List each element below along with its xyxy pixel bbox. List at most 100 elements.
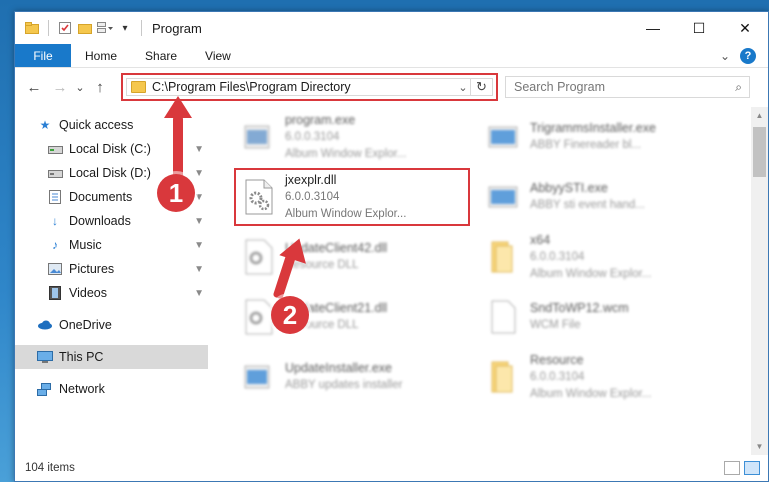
minimize-button[interactable]: — xyxy=(630,12,676,44)
file-detail: ABBY sti event hand... xyxy=(530,199,645,211)
title-bar: ▾ Program — ☐ ✕ xyxy=(15,12,768,44)
tiles-view-button[interactable] xyxy=(744,461,760,475)
separator xyxy=(141,20,142,36)
scroll-down-icon[interactable]: ▼ xyxy=(751,438,768,455)
file-item[interactable]: UpdateInstaller.exe ABBY updates installe… xyxy=(233,349,483,405)
customize-icon[interactable] xyxy=(97,20,113,36)
pin-icon[interactable]: ▼ xyxy=(194,168,204,179)
file-list: program.exe 6.0.0.3104 Album Window Explor… xyxy=(208,107,768,455)
pin-icon[interactable]: ▼ xyxy=(194,288,204,299)
sidebar-item-pictures[interactable]: Pictures ▼ xyxy=(15,257,208,281)
file-name: x64 xyxy=(530,232,551,247)
downloads-icon: ↓ xyxy=(52,214,58,228)
app-icon xyxy=(484,178,522,216)
main-content: ★ Quick access Local Disk (C:) ▼ Local D… xyxy=(15,107,768,455)
sidebar-item-label: Downloads xyxy=(69,214,131,228)
pin-icon[interactable]: ▼ xyxy=(194,240,204,251)
back-button[interactable]: ← xyxy=(21,79,47,96)
pin-icon[interactable]: ▼ xyxy=(194,216,204,227)
search-icon: ⌕ xyxy=(735,79,742,94)
search-input[interactable]: Search Program xyxy=(514,80,605,94)
file-name: TrigrammsInstaller.exe xyxy=(530,121,656,135)
file-item[interactable]: Resource 6.0.0.3104 Album Window Explor... xyxy=(478,349,728,405)
expand-ribbon-icon[interactable]: ⌄ xyxy=(720,49,730,63)
search-box[interactable]: Search Program ⌕ xyxy=(505,76,750,98)
app-icon xyxy=(239,118,277,156)
sidebar-item-downloads[interactable]: ↓ Downloads ▼ xyxy=(15,209,208,233)
sidebar-item-label: Quick access xyxy=(59,118,134,132)
ribbon-tabs: File Home Share View ⌄ ? xyxy=(15,44,768,68)
tab-view[interactable]: View xyxy=(191,44,245,67)
address-bar[interactable]: C:\Program Files\Program Directory ⌄ ↻ xyxy=(126,78,493,96)
navigation-bar: ← → ⌄ ↑ C:\Program Files\Program Directo… xyxy=(15,68,768,106)
scrollbar-thumb[interactable] xyxy=(753,127,766,177)
details-view-button[interactable] xyxy=(724,461,740,475)
folder-icon xyxy=(484,358,522,396)
file-detail: Album Window Explor... xyxy=(530,267,652,280)
file-highlight-box xyxy=(234,168,470,226)
window-title: Program xyxy=(152,20,202,36)
close-button[interactable]: ✕ xyxy=(722,12,768,44)
file-name: program.exe xyxy=(285,112,356,127)
file-item[interactable]: SndToWP12.wcm WCM File xyxy=(478,289,728,345)
file-icon xyxy=(484,298,522,336)
forward-button[interactable]: → xyxy=(47,79,73,96)
file-item[interactable]: AbbyySTI.exe ABBY sti event hand... xyxy=(478,169,728,225)
file-item[interactable]: TrigrammsInstaller.exe ABBY Finereader bl… xyxy=(478,109,728,165)
sidebar-item-label: OneDrive xyxy=(59,318,112,332)
file-name: SndToWP12.wcm xyxy=(530,301,629,315)
help-icon[interactable]: ? xyxy=(740,47,756,64)
sidebar-item-label: This PC xyxy=(59,350,104,364)
folder-icon xyxy=(131,81,146,93)
sidebar-item-label: Music xyxy=(69,238,102,252)
file-detail: ABBY updates installer xyxy=(285,379,403,391)
file-detail: 6.0.0.3104 xyxy=(530,250,585,263)
sidebar-item-onedrive[interactable]: OneDrive xyxy=(15,313,208,337)
sidebar-item-music[interactable]: ♪ Music ▼ xyxy=(15,233,208,257)
gear-file-icon xyxy=(239,238,277,276)
status-bar: 104 items xyxy=(15,455,768,481)
pin-icon[interactable]: ▼ xyxy=(194,144,204,155)
address-path[interactable]: C:\Program Files\Program Directory xyxy=(152,80,456,94)
file-item[interactable]: x64 6.0.0.3104 Album Window Explor... xyxy=(478,229,728,285)
window-controls: — ☐ ✕ xyxy=(630,12,768,44)
maximize-button[interactable]: ☐ xyxy=(676,12,722,44)
refresh-button[interactable]: ↻ xyxy=(470,79,492,95)
file-name: Resource xyxy=(530,352,584,367)
file-detail: 6.0.0.3104 xyxy=(285,130,340,143)
scroll-up-icon[interactable]: ▲ xyxy=(751,107,768,124)
new-folder-icon[interactable] xyxy=(77,20,93,36)
app-icon xyxy=(484,118,522,156)
file-detail: ABBY Finereader bl... xyxy=(530,139,642,151)
recent-locations-button[interactable]: ⌄ xyxy=(73,81,87,94)
item-count: 104 items xyxy=(25,462,75,474)
network-icon xyxy=(37,382,53,396)
cloud-icon xyxy=(37,318,53,332)
drive-icon xyxy=(47,166,63,180)
step-marker-2: 2 xyxy=(271,296,309,334)
file-detail: Album Window Explor... xyxy=(530,387,652,400)
file-name: AbbyySTI.exe xyxy=(530,181,608,195)
pin-icon[interactable]: ▼ xyxy=(194,264,204,275)
sidebar-item-videos[interactable]: Videos ▼ xyxy=(15,281,208,305)
videos-icon xyxy=(47,286,63,300)
chevron-down-icon[interactable]: ▾ xyxy=(117,20,133,36)
sidebar-item-label: Network xyxy=(59,382,105,396)
file-item[interactable]: program.exe 6.0.0.3104 Album Window Explor… xyxy=(233,109,483,165)
tab-share[interactable]: Share xyxy=(131,44,191,67)
pin-icon[interactable]: ▼ xyxy=(194,192,204,203)
ribbon-help: ⌄ ? xyxy=(720,44,768,67)
view-toggle xyxy=(724,461,760,475)
tab-file[interactable]: File xyxy=(15,44,71,67)
sidebar-item-network[interactable]: Network xyxy=(15,377,208,401)
file-item[interactable]: UpdateClient42.dll Resource DLL xyxy=(233,229,483,285)
scrollbar[interactable]: ▲ ▼ xyxy=(751,107,768,455)
documents-icon xyxy=(47,190,63,204)
properties-icon[interactable] xyxy=(57,20,73,36)
tab-home[interactable]: Home xyxy=(71,44,131,67)
sidebar-item-this-pc[interactable]: This PC xyxy=(15,345,208,369)
computer-icon xyxy=(37,350,53,364)
address-dropdown-button[interactable]: ⌄ xyxy=(456,81,470,94)
sidebar-item-label: Documents xyxy=(69,190,133,204)
up-button[interactable]: ↑ xyxy=(87,79,113,96)
